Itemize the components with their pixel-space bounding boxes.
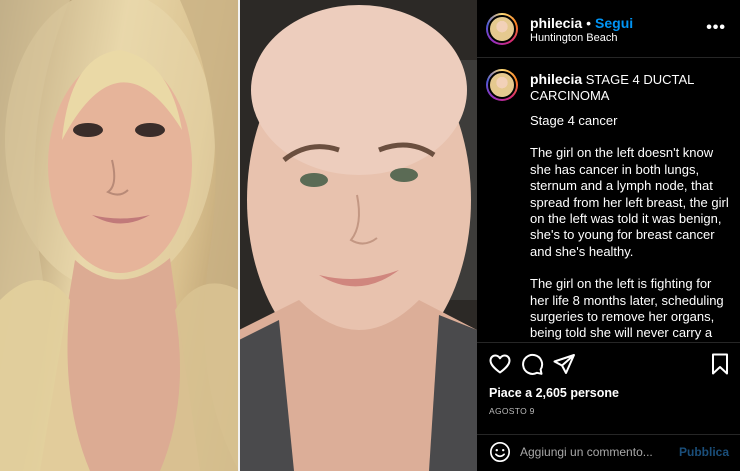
comment-bar: Pubblica <box>477 434 740 471</box>
emoji-icon[interactable] <box>489 441 511 463</box>
portrait-long-hair <box>0 0 239 471</box>
likes-count[interactable]: Piace a 2,605 persone <box>489 386 619 400</box>
publish-button[interactable]: Pubblica <box>679 445 729 459</box>
avatar[interactable] <box>486 13 518 45</box>
caption: philecia STAGE 4 DUCTAL CARCINOMA Stage … <box>477 59 740 342</box>
photo-after <box>239 0 477 471</box>
header-user-line: philecia • Segui <box>530 15 633 31</box>
caption-paragraph: The girl on the left doesn't know she ha… <box>530 145 729 259</box>
photo-divider <box>238 0 240 471</box>
portrait-shaved-head <box>239 0 477 471</box>
action-bar: Piace a 2,605 persone AGOSTO 9 <box>477 342 740 434</box>
caption-headline: philecia STAGE 4 DUCTAL CARCINOMA <box>530 71 730 104</box>
caption-username-link[interactable]: philecia <box>530 71 582 87</box>
heart-icon[interactable] <box>488 352 512 376</box>
location-link[interactable]: Huntington Beach <box>530 32 617 44</box>
more-icon[interactable]: ••• <box>706 20 726 36</box>
post-sidebar: philecia • Segui Huntington Beach ••• phil… <box>477 0 740 471</box>
caption-paragraph: The girl on the left is fighting for her… <box>530 276 724 342</box>
bookmark-icon[interactable] <box>708 352 732 376</box>
post-photo[interactable] <box>0 0 477 471</box>
photo-before <box>0 0 239 471</box>
comment-icon[interactable] <box>520 352 544 376</box>
post-date[interactable]: AGOSTO 9 <box>489 406 535 416</box>
follow-button[interactable]: Segui <box>595 15 633 31</box>
comment-input[interactable] <box>520 443 670 461</box>
post-header: philecia • Segui Huntington Beach ••• <box>477 0 740 58</box>
share-icon[interactable] <box>552 352 576 376</box>
caption-paragraph: Stage 4 cancer <box>530 113 618 128</box>
separator-dot: • <box>586 15 592 31</box>
username-link[interactable]: philecia <box>530 15 582 31</box>
caption-avatar[interactable] <box>486 69 518 101</box>
caption-body: Stage 4 cancer The girl on the left does… <box>530 113 730 342</box>
